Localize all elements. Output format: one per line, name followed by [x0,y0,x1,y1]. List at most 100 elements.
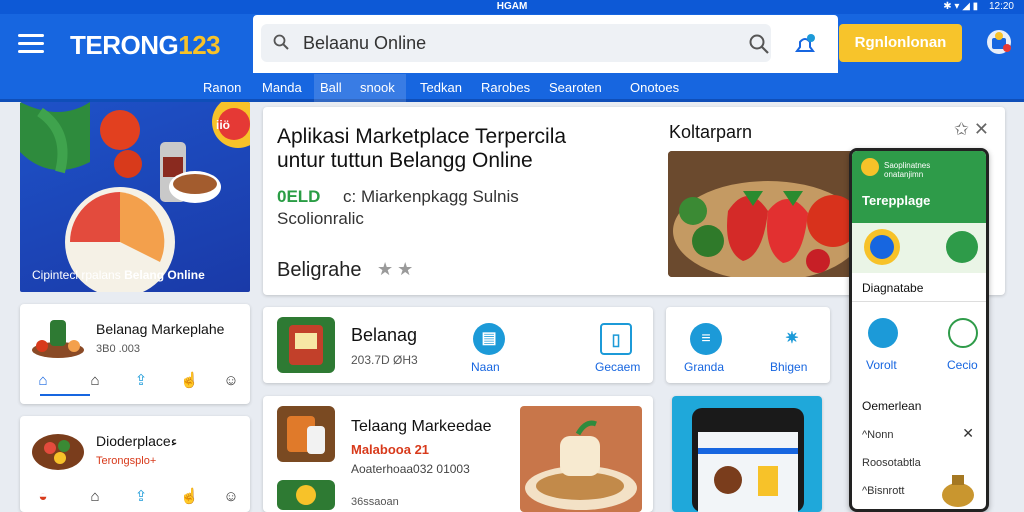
cecio-icon[interactable] [948,318,978,348]
hero-footer-label: Beligrahe [277,259,362,281]
nav-item-tedkan[interactable]: Tedkan [420,80,462,95]
hero-actions[interactable]: ✩ ✕ [954,119,989,140]
strawberry-photo [668,151,868,277]
granda-icon[interactable]: ≡ [690,323,722,355]
product-thumb [32,320,84,358]
logo-text: TERONG [70,30,179,60]
product-title: Belanag Markeplahe [96,321,225,337]
product-meta: Terongsplo+ [96,455,157,467]
naan-icon[interactable]: ▤ [473,323,505,355]
product-card[interactable]: Belanag Markeplahe 3B0 .003 ⌂ ⌂ ⇪ ☝ ☺ [20,304,250,404]
user-icon[interactable]: ☺ [222,372,240,390]
nav-item-manda[interactable]: Manda [262,80,302,95]
home-outline-icon[interactable]: ⌂ [86,488,104,506]
product-thumb [32,434,84,470]
share-icon[interactable]: ⇪ [132,488,150,506]
phone-section-title: Oemerlean [862,399,922,413]
search-value: Belaanu Online [303,33,427,53]
promo-banner[interactable]: iiö Cipintecl rpalans Belang Online [20,102,250,292]
category-thumb [277,317,335,373]
hero-title-line2: untur tuttun Belangg Online [277,149,533,172]
logo-number: 123 [178,30,221,60]
rating-stars[interactable]: ★★ [377,259,417,280]
product-footer: 36ssaoan [351,496,399,508]
nav-item-ball[interactable]: Ball [320,80,342,95]
primary-action-button[interactable]: Rgnlonlonan [839,24,962,62]
category-title: Belanag [351,325,418,345]
hero-subtitle-2: Scolionralic [277,209,364,228]
user-icon[interactable]: ☺ [222,488,240,506]
nav-item-ranon[interactable]: Ranon [203,80,241,95]
promo-caption: Cipintecl rpalans Belang Online [32,268,205,282]
promo-caption-a: Cipintecl rpalans [32,268,121,282]
product-thumb [277,480,335,510]
status-bar: HGAM ✱ ▾ ◢ ▮ 12:20 [0,0,1024,14]
home-icon[interactable]: ⌂ [34,372,52,390]
brass-pot-icon [942,475,974,507]
phone-options: Vorolt Cecio [852,301,986,381]
phone-header: Saoplinatnes onatanjimn Terepplage [852,151,986,223]
product-thumb [277,406,335,462]
status-time: 12:20 [988,1,1014,12]
nav-item-searoten[interactable]: Searoten [549,80,602,95]
bhigen-icon[interactable]: ✷ [776,323,808,355]
phone-list-item[interactable]: ^Bisnrott [862,485,904,497]
nav-item-onotoes[interactable]: Onotoes [630,80,679,95]
favorite-close-icons[interactable]: ✩ ✕ [954,119,989,139]
phone-label: Diagnatabe [862,281,924,295]
product-meta: Aoaterhoaa032 01003 [351,462,470,476]
category-meta: 203.7D ØH3 [351,353,418,367]
category-label-d[interactable]: Bhigen [770,360,807,374]
close-icon[interactable]: ✕ [962,425,974,442]
nav-item-snook[interactable]: snook [360,80,395,95]
phone-list-item[interactable]: ^Nonn [862,429,893,441]
promo-tag: iiö [216,118,230,132]
home-outline-icon[interactable]: ⌂ [86,372,104,390]
category-label-b[interactable]: Gecaem [595,360,640,374]
vorolt-icon[interactable] [868,318,898,348]
phone-list-item[interactable]: Roosotabtla [862,457,921,469]
category-card: ≡ Granda ✷ Bhigen [666,307,830,383]
menu-icon[interactable] [18,34,44,54]
strawberry-image [668,151,868,277]
product-meta: 3B0 .003 [96,343,141,355]
phone-header-title: Terepplage [862,193,931,208]
nav-item-rarobes[interactable]: Rarobes [481,80,530,95]
product-card[interactable]: Dioderplaceء Terongsplo+ ◒ ⌂ ⇪ ☝ ☺ [20,416,250,512]
pudding-image [520,406,642,512]
category-nav: Ranon Manda Ball snook Tedkan Rarobes Se… [0,74,1024,102]
hero-title-line1: Aplikasi Marketplace Terpercila [277,125,567,148]
like-icon[interactable]: ☝ [180,372,199,390]
product-subtitle: Malabooa 21 [351,442,430,457]
search-icon [273,34,289,50]
nav-underline [40,394,90,396]
product-title: Telaang Markeedae [351,418,492,435]
notification-icon[interactable] [793,33,817,57]
hero-side-title: Koltarparn [669,122,753,142]
search-panel: Belaanu Online [253,15,838,73]
search-input[interactable]: Belaanu Online [261,24,771,62]
pudding-photo [520,406,642,512]
hero-subtitle: c: Miarkenpkagg Sulnis [343,187,519,206]
product-card[interactable]: Telaang Markeedae Malabooa 21 Aoaterhoaa… [263,396,653,512]
app-preview-card[interactable] [672,396,822,512]
category-label-a[interactable]: Naan [471,360,500,374]
like-icon[interactable]: ☝ [180,488,199,506]
share-icon[interactable]: ⇪ [132,372,150,390]
app-logo[interactable]: TERONG123 [70,30,221,61]
hero-badge: 0ELD [277,187,321,206]
food-icon[interactable]: ◒ [34,488,52,506]
status-icons: ✱ ▾ ◢ ▮ [943,1,979,12]
gecaem-icon[interactable]: ▯ [600,323,632,355]
phone-mockup: Saoplinatnes onatanjimn Terepplage Diagn… [849,148,989,512]
phone-option-a[interactable]: Vorolt [866,358,897,372]
card-nav: ◒ ⌂ ⇪ ☝ ☺ [20,482,250,512]
category-label-c[interactable]: Granda [684,360,724,374]
phone-option-b[interactable]: Cecio [947,358,978,372]
phone-header-small: Saoplinatnes onatanjimn [884,161,931,179]
profile-avatar-icon[interactable] [985,28,1013,56]
status-indicators: ✱ ▾ ◢ ▮ 12:20 [943,1,1014,12]
search-submit-icon[interactable] [749,34,769,54]
phone-banner [852,223,986,273]
app-bar: TERONG123 Belaanu Online Rgnlonlonan [0,14,1024,74]
